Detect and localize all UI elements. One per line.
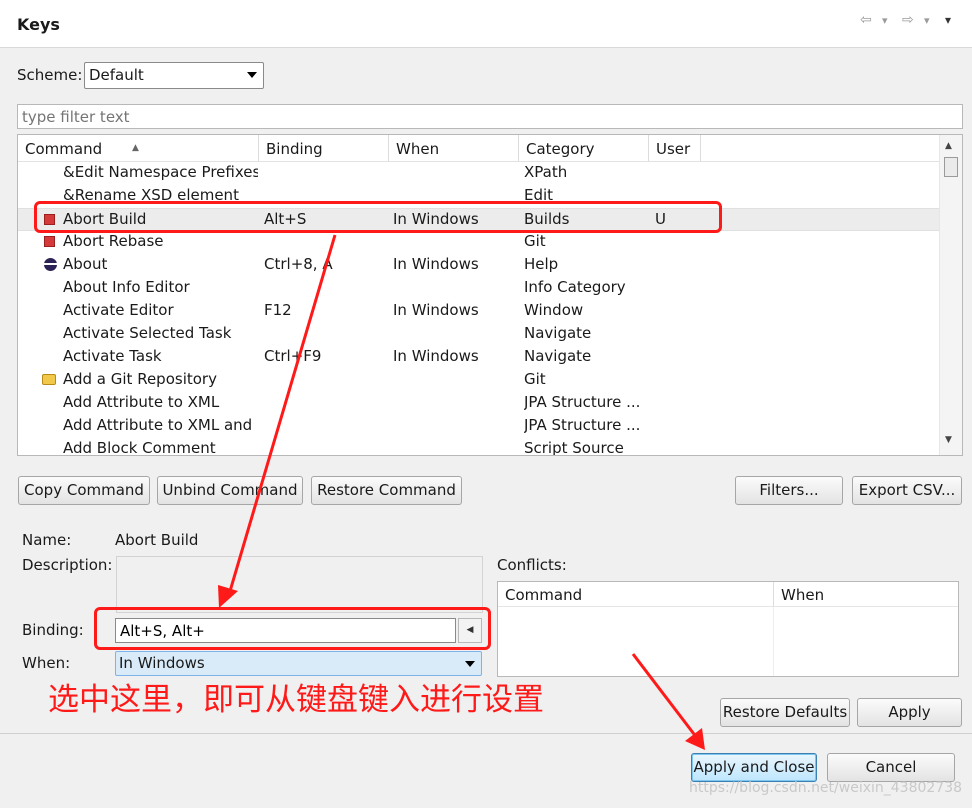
arrow-to-binding-field bbox=[218, 234, 337, 608]
arrowhead bbox=[685, 728, 705, 750]
arrowhead bbox=[218, 585, 238, 608]
annotation-text: 选中这里，即可从键盘键入进行设置 bbox=[48, 682, 544, 718]
watermark-text: https://blog.csdn.net/weixin_43802738 bbox=[689, 780, 963, 796]
arrow-line bbox=[631, 653, 699, 739]
arrow-to-apply-and-close bbox=[631, 653, 705, 750]
arrow-line bbox=[226, 234, 337, 599]
